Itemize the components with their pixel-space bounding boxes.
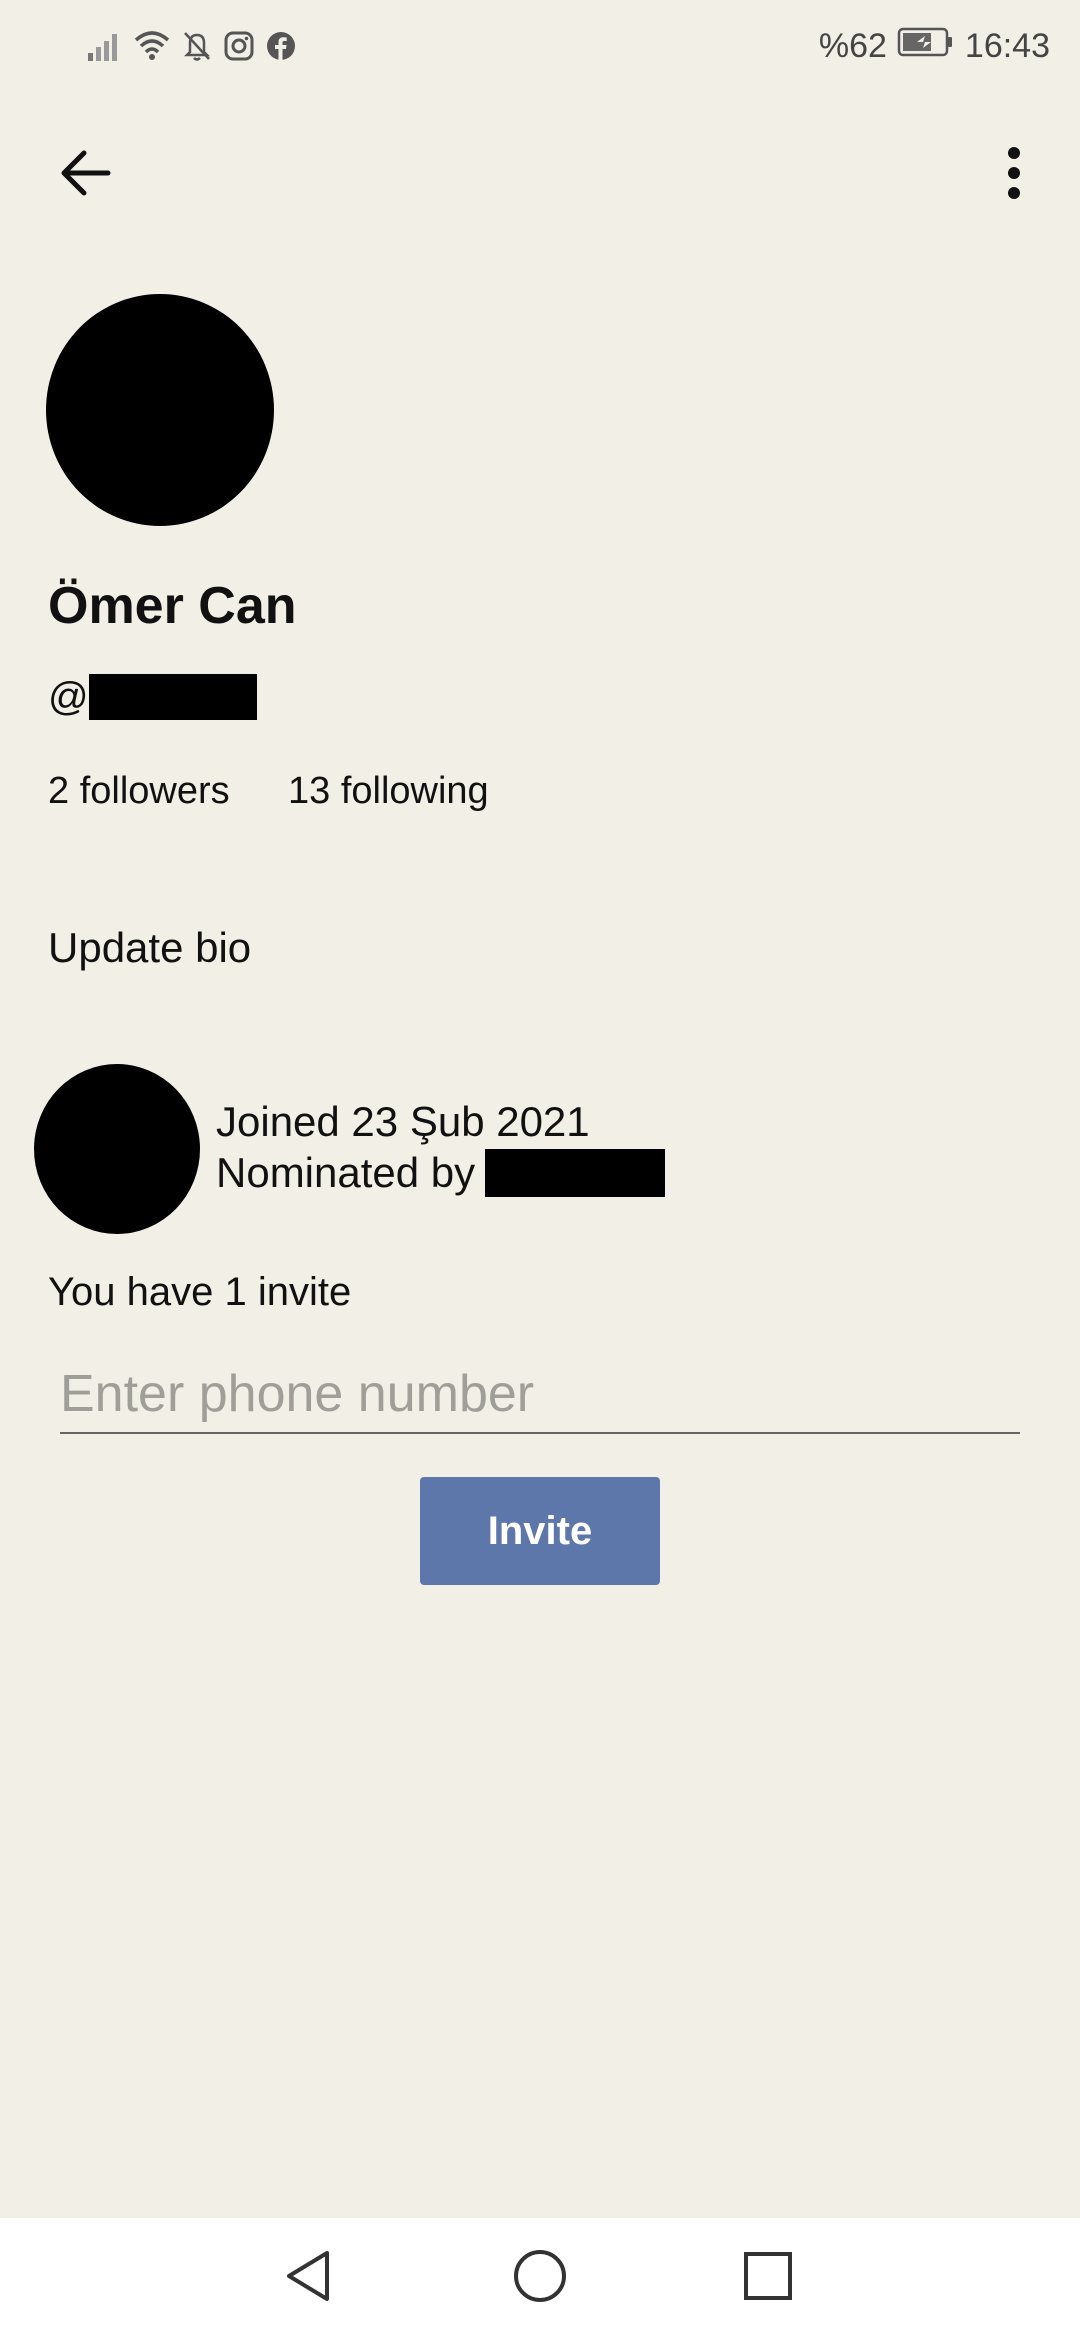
facebook-icon <box>266 31 296 61</box>
nav-back-button[interactable] <box>268 2238 348 2318</box>
clock: 16:43 <box>964 26 1050 65</box>
invite-button[interactable]: Invite <box>420 1477 660 1585</box>
nominator-avatar[interactable] <box>34 1064 200 1234</box>
username: @ <box>48 672 257 722</box>
status-right: %62 16:43 <box>819 22 1050 70</box>
nav-recents-button[interactable] <box>728 2238 808 2318</box>
wifi-icon <box>134 30 170 62</box>
recents-nav-icon <box>743 2251 793 2306</box>
system-nav-bar <box>0 2218 1080 2340</box>
status-bar: %62 16:43 <box>0 0 1080 90</box>
invites-count: You have 1 invite <box>48 1270 352 1314</box>
back-nav-icon <box>281 2248 335 2309</box>
battery-icon <box>897 26 955 67</box>
notifications-off-icon <box>182 30 212 62</box>
nominated-by: Nominated by <box>216 1148 666 1198</box>
update-bio-link[interactable]: Update bio <box>48 924 251 972</box>
status-icons <box>88 26 296 66</box>
username-prefix: @ <box>48 674 89 719</box>
back-button[interactable] <box>50 140 120 210</box>
nominated-by-label: Nominated by <box>216 1149 476 1196</box>
more-options-button[interactable] <box>990 140 1038 210</box>
profile-avatar[interactable] <box>46 294 274 526</box>
phone-number-input[interactable] <box>60 1356 1020 1434</box>
profile-name: Ömer Can <box>48 577 297 635</box>
back-arrow-icon <box>58 149 112 202</box>
joined-date: Joined 23 Şub 2021 <box>216 1098 590 1145</box>
nominator-redacted[interactable] <box>485 1149 666 1197</box>
followers-link[interactable]: 2 followers <box>48 770 230 813</box>
nav-home-button[interactable] <box>500 2238 580 2318</box>
following-link[interactable]: 13 following <box>288 770 489 813</box>
instagram-icon <box>224 31 254 61</box>
battery-percentage: %62 <box>818 26 887 65</box>
username-redacted <box>88 674 257 720</box>
home-nav-icon <box>512 2248 568 2309</box>
signal-icon <box>88 31 122 61</box>
more-vertical-icon <box>1006 146 1022 205</box>
